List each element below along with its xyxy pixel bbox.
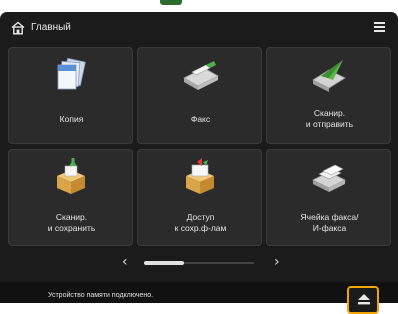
access-stored-files-icon bbox=[186, 158, 214, 194]
eject-button[interactable] bbox=[347, 286, 379, 314]
header: Главный bbox=[0, 12, 398, 42]
tile-fax-inbox[interactable]: Ячейка факса/ И-факса bbox=[266, 149, 391, 246]
home-icon[interactable] bbox=[11, 21, 25, 35]
tile-scan-send[interactable]: Сканир. и отправить bbox=[266, 47, 391, 144]
page-title: Главный bbox=[31, 22, 71, 33]
tile-scan-store[interactable]: Сканир. и сохранить bbox=[8, 149, 133, 246]
prev-page-button[interactable]: ‹ bbox=[122, 255, 128, 269]
fax-icon bbox=[183, 61, 219, 90]
hamburger-menu-icon bbox=[373, 22, 385, 24]
tile-copy[interactable]: Копия bbox=[8, 47, 133, 144]
fax-inbox-icon bbox=[312, 164, 346, 192]
main-panel: Главный Копия Факс Сканир. и отправить С… bbox=[0, 12, 398, 314]
next-page-button[interactable]: › bbox=[274, 255, 280, 269]
status-message: Устройство памяти подключено. bbox=[48, 292, 154, 299]
tile-scan-send-label: Сканир. и отправить bbox=[305, 108, 354, 129]
top-tab-indicator bbox=[160, 0, 182, 5]
tile-fax-label: Факс bbox=[190, 114, 211, 124]
eject-icon bbox=[358, 294, 370, 305]
tile-fax[interactable]: Факс bbox=[137, 47, 262, 144]
menu-button[interactable] bbox=[369, 17, 389, 37]
scan-and-store-icon bbox=[57, 158, 85, 194]
tile-copy-label: Копия bbox=[59, 114, 84, 124]
tile-fax-inbox-label: Ячейка факса/ И-факса bbox=[300, 212, 359, 233]
tile-access-files[interactable]: Доступ к сохр.ф-лам bbox=[137, 149, 262, 246]
tile-access-files-label: Доступ к сохр.ф-лам bbox=[174, 212, 227, 233]
scan-and-send-icon bbox=[312, 60, 346, 92]
page-navigator: ‹ › bbox=[0, 252, 398, 272]
screen: Главный Копия Факс Сканир. и отправить С… bbox=[0, 0, 398, 314]
tile-scan-store-label: Сканир. и сохранить bbox=[47, 212, 96, 233]
page-indicator-thumb bbox=[144, 261, 184, 265]
copy-icon bbox=[57, 57, 86, 90]
status-bar: Устройство памяти подключено. bbox=[0, 282, 398, 314]
